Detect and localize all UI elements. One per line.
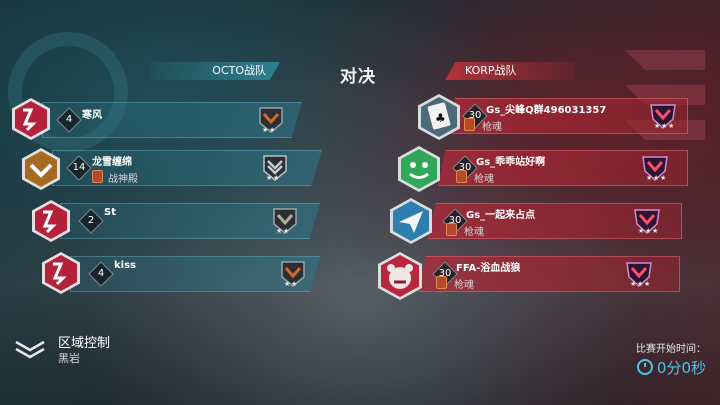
left-team-name: OCTO战队 <box>150 62 280 80</box>
rank-star-icon: ★ <box>283 227 290 235</box>
timer-value: 0分0秒 <box>656 359 706 377</box>
player-row[interactable]: 14 龙雪缠绵 战神殿 ★ ★ <box>52 150 322 186</box>
clan-shield-icon <box>436 276 447 289</box>
player-clan: 枪魂 <box>464 227 484 238</box>
rank-star-icon: ★ <box>638 227 645 235</box>
player-clan: 枪魂 <box>474 174 494 185</box>
player-row[interactable]: 30 Gs_乖乖站好啊 枪魂 ★ ★ ★ <box>438 150 688 186</box>
player-name: Gs_尖峰Q群496031357 <box>486 105 607 116</box>
rank-star-icon: ★ <box>661 122 668 130</box>
match-start-timer: 比赛开始时间： 0分0秒 <box>636 340 706 378</box>
player-level: 4 <box>97 268 105 279</box>
rank-star-icon: ★ <box>652 227 659 235</box>
rank-star-icon: ★ <box>273 174 280 182</box>
player-level: 14 <box>72 162 86 173</box>
rank-star-icon: ★ <box>291 280 298 288</box>
rank-star-icon: ★ <box>668 122 675 130</box>
player-name: St <box>104 207 116 218</box>
rank-star-icon: ★ <box>266 174 273 182</box>
rank-star-icon: ★ <box>644 280 651 288</box>
clock-icon <box>636 359 653 375</box>
player-name: Gs_一起来占点 <box>466 210 536 221</box>
game-mode-title: 区域控制 <box>58 336 111 351</box>
clan-shield-icon <box>446 223 457 236</box>
clan-shield-icon <box>456 170 467 183</box>
player-row[interactable]: 2 St ★ ★ <box>60 203 320 239</box>
player-name: 龙雪缠绵 <box>92 157 132 168</box>
player-level: 2 <box>87 215 95 226</box>
rank-star-icon: ★ <box>646 174 653 182</box>
rank-star-icon: ★ <box>284 280 291 288</box>
right-team-name: KORP战队 <box>445 62 575 80</box>
player-row[interactable]: 4 kiss ★ ★ <box>70 256 320 292</box>
rank-star-icon: ★ <box>262 126 269 134</box>
player-name: Gs_乖乖站好啊 <box>476 157 546 168</box>
clan-shield-icon <box>464 118 475 131</box>
timer-value-row: 0分0秒 <box>636 357 706 378</box>
player-clan: 枪魂 <box>454 280 474 291</box>
clan-shield-icon <box>92 170 103 183</box>
player-clan: 枪魂 <box>482 122 502 133</box>
player-name: 寒风 <box>82 110 102 121</box>
timer-label: 比赛开始时间： <box>636 344 706 355</box>
player-row[interactable]: 30 Gs_一起来占点 枪魂 ★ ★ ★ <box>428 203 682 239</box>
rank-star-icon: ★ <box>653 174 660 182</box>
rank-star-icon: ★ <box>269 126 276 134</box>
rank-star-icon: ★ <box>660 174 667 182</box>
versus-label: 对决 <box>340 67 376 87</box>
player-clan: 战神殿 <box>108 174 138 185</box>
rank-star-icon: ★ <box>276 227 283 235</box>
svg-text:♣: ♣ <box>435 111 446 125</box>
player-name: FFA-浴血战狼 <box>456 263 521 274</box>
player-row[interactable]: 30 FFA-浴血战狼 枪魂 ★ ★ ★ <box>418 256 680 292</box>
rank-star-icon: ★ <box>645 227 652 235</box>
zone-control-icon <box>15 340 45 359</box>
rank-star-icon: ★ <box>637 280 644 288</box>
map-name: 黑岩 <box>58 352 80 365</box>
rank-star-icon: ★ <box>654 122 661 130</box>
player-row[interactable]: 30 Gs_尖峰Q群496031357 枪魂 ★ ★ ★ <box>448 98 688 134</box>
player-row[interactable]: 4 寒风 ★ ★ <box>42 102 302 138</box>
rank-star-icon: ★ <box>630 280 637 288</box>
player-name: kiss <box>114 260 136 271</box>
player-level: 4 <box>65 114 73 125</box>
